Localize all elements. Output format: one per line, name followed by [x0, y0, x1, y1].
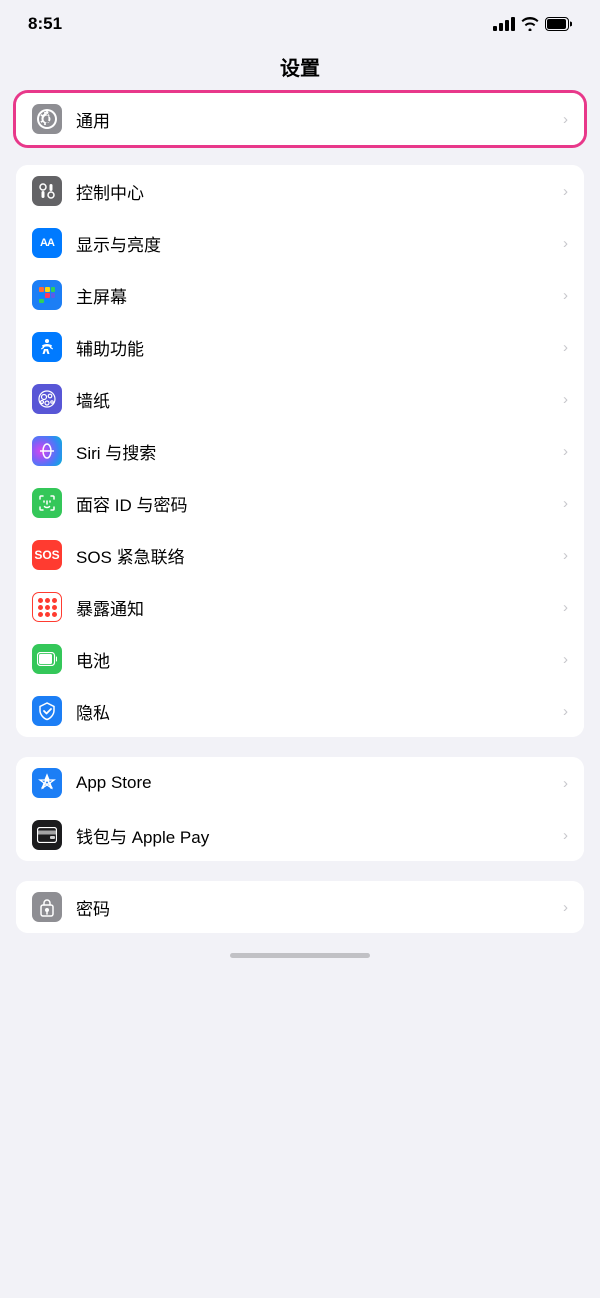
settings-group-1: 通用 › — [16, 93, 584, 145]
wifi-icon — [521, 17, 539, 31]
battery-icon-item — [32, 644, 62, 674]
settings-item-siri[interactable]: Siri 与搜索 › — [16, 425, 584, 477]
signal-icon — [493, 17, 515, 31]
status-bar: 8:51 — [0, 0, 600, 44]
settings-item-control-center[interactable]: 控制中心 › — [16, 165, 584, 217]
password-chevron: › — [563, 899, 568, 916]
home-screen-icon — [32, 280, 62, 310]
settings-item-sos[interactable]: SOS SOS 紧急联络 › — [16, 529, 584, 581]
wallet-icon — [32, 820, 62, 850]
password-label: 密码 — [76, 895, 555, 920]
settings-item-wallpaper[interactable]: 墙纸 › — [16, 373, 584, 425]
privacy-label: 隐私 — [76, 699, 555, 724]
control-center-chevron: › — [563, 183, 568, 200]
exposure-label: 暴露通知 — [76, 595, 555, 620]
privacy-chevron: › — [563, 703, 568, 720]
settings-item-faceid[interactable]: 面容 ID 与密码 › — [16, 477, 584, 529]
siri-label: Siri 与搜索 — [76, 439, 555, 464]
sos-chevron: › — [563, 547, 568, 564]
settings-item-display[interactable]: AA 显示与亮度 › — [16, 217, 584, 269]
exposure-chevron: › — [563, 599, 568, 616]
battery-icon — [545, 17, 572, 31]
home-bar — [230, 953, 370, 958]
settings-item-home-screen[interactable]: 主屏幕 › — [16, 269, 584, 321]
password-icon — [32, 892, 62, 922]
page-title: 设置 — [0, 44, 600, 93]
settings-group-2: 控制中心 › AA 显示与亮度 › 主屏幕 › — [16, 165, 584, 737]
siri-icon — [32, 436, 62, 466]
wallpaper-icon — [32, 384, 62, 414]
display-label: 显示与亮度 — [76, 231, 555, 256]
accessibility-label: 辅助功能 — [76, 335, 555, 360]
wallet-chevron: › — [563, 827, 568, 844]
home-indicator — [0, 933, 600, 962]
settings-group-3: App Store › 钱包与 Apple Pay › — [16, 757, 584, 861]
faceid-chevron: › — [563, 495, 568, 512]
general-chevron: › — [563, 111, 568, 128]
battery-chevron: › — [563, 651, 568, 668]
privacy-icon — [32, 696, 62, 726]
home-screen-label: 主屏幕 — [76, 283, 555, 308]
sos-label: SOS 紧急联络 — [76, 543, 555, 568]
settings-item-privacy[interactable]: 隐私 › — [16, 685, 584, 737]
settings-item-exposure[interactable]: 暴露通知 › — [16, 581, 584, 633]
sos-icon: SOS — [32, 540, 62, 570]
display-chevron: › — [563, 235, 568, 252]
settings-item-appstore[interactable]: App Store › — [16, 757, 584, 809]
status-icons — [493, 17, 572, 31]
partial-group: 密码 › — [16, 881, 584, 933]
settings-item-general[interactable]: 通用 › — [16, 93, 584, 145]
battery-label: 电池 — [76, 647, 555, 672]
faceid-icon — [32, 488, 62, 518]
general-icon — [32, 104, 62, 134]
accessibility-chevron: › — [563, 339, 568, 356]
exposure-icon — [32, 592, 62, 622]
control-center-label: 控制中心 — [76, 179, 555, 204]
home-screen-chevron: › — [563, 287, 568, 304]
settings-item-battery[interactable]: 电池 › — [16, 633, 584, 685]
general-label: 通用 — [76, 107, 555, 132]
appstore-label: App Store — [76, 773, 555, 793]
settings-item-wallet[interactable]: 钱包与 Apple Pay › — [16, 809, 584, 861]
settings-item-password[interactable]: 密码 › — [16, 881, 584, 933]
status-time: 8:51 — [28, 14, 62, 34]
display-icon: AA — [32, 228, 62, 258]
appstore-icon — [32, 768, 62, 798]
control-center-icon — [32, 176, 62, 206]
siri-chevron: › — [563, 443, 568, 460]
faceid-label: 面容 ID 与密码 — [76, 491, 555, 516]
wallpaper-chevron: › — [563, 391, 568, 408]
wallet-label: 钱包与 Apple Pay — [76, 823, 555, 848]
accessibility-icon — [32, 332, 62, 362]
settings-item-accessibility[interactable]: 辅助功能 › — [16, 321, 584, 373]
appstore-chevron: › — [563, 775, 568, 792]
wallpaper-label: 墙纸 — [76, 387, 555, 412]
